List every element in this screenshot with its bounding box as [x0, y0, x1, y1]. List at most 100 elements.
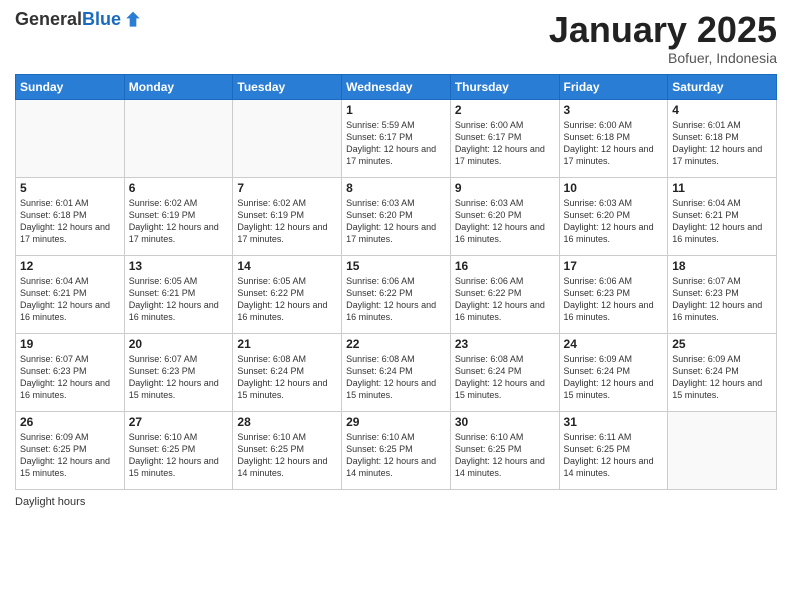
- calendar-header-row: Sunday Monday Tuesday Wednesday Thursday…: [16, 74, 777, 99]
- table-row: 21 Sunrise: 6:08 AM Sunset: 6:24 PM Dayli…: [233, 333, 342, 411]
- day-info: Sunrise: 6:10 AM Sunset: 6:25 PM Dayligh…: [129, 431, 229, 480]
- day-info: Sunrise: 6:09 AM Sunset: 6:25 PM Dayligh…: [20, 431, 120, 480]
- day-number: 12: [20, 259, 120, 273]
- calendar-week-row: 5Sunrise: 6:01 AM Sunset: 6:18 PM Daylig…: [16, 177, 777, 255]
- table-row: 2 Sunrise: 6:00 AM Sunset: 6:17 PM Daylig…: [450, 99, 559, 177]
- day-info: Sunrise: 6:11 AM Sunset: 6:25 PM Dayligh…: [564, 431, 664, 480]
- table-row: 12Sunrise: 6:04 AM Sunset: 6:21 PM Dayli…: [16, 255, 125, 333]
- col-monday: Monday: [124, 74, 233, 99]
- table-row: [124, 99, 233, 177]
- table-row: 7 Sunrise: 6:02 AM Sunset: 6:19 PM Daylig…: [233, 177, 342, 255]
- day-number: 30: [455, 415, 555, 429]
- calendar-week-row: 19Sunrise: 6:07 AM Sunset: 6:23 PM Dayli…: [16, 333, 777, 411]
- table-row: 6 Sunrise: 6:02 AM Sunset: 6:19 PM Daylig…: [124, 177, 233, 255]
- day-info: Sunrise: 6:00 AM Sunset: 6:17 PM Dayligh…: [455, 119, 555, 168]
- table-row: 31 Sunrise: 6:11 AM Sunset: 6:25 PM Dayli…: [559, 411, 668, 489]
- table-row: 5Sunrise: 6:01 AM Sunset: 6:18 PM Daylig…: [16, 177, 125, 255]
- header: GeneralBlue January 2025 Bofuer, Indones…: [15, 10, 777, 66]
- day-info: Sunrise: 6:03 AM Sunset: 6:20 PM Dayligh…: [346, 197, 446, 246]
- day-number: 14: [237, 259, 337, 273]
- day-info: Sunrise: 6:02 AM Sunset: 6:19 PM Dayligh…: [237, 197, 337, 246]
- day-number: 6: [129, 181, 229, 195]
- calendar-week-row: 1 Sunrise: 5:59 AM Sunset: 6:17 PM Daylig…: [16, 99, 777, 177]
- day-number: 20: [129, 337, 229, 351]
- table-row: 29 Sunrise: 6:10 AM Sunset: 6:25 PM Dayli…: [342, 411, 451, 489]
- day-number: 26: [20, 415, 120, 429]
- col-thursday: Thursday: [450, 74, 559, 99]
- logo-general: GeneralBlue: [15, 10, 121, 30]
- day-number: 27: [129, 415, 229, 429]
- col-friday: Friday: [559, 74, 668, 99]
- table-row: [233, 99, 342, 177]
- day-info: Sunrise: 6:07 AM Sunset: 6:23 PM Dayligh…: [672, 275, 772, 324]
- day-info: Sunrise: 6:02 AM Sunset: 6:19 PM Dayligh…: [129, 197, 229, 246]
- footer: Daylight hours: [15, 496, 777, 508]
- table-row: 30Sunrise: 6:10 AM Sunset: 6:25 PM Dayli…: [450, 411, 559, 489]
- table-row: 18 Sunrise: 6:07 AM Sunset: 6:23 PM Dayli…: [668, 255, 777, 333]
- day-info: Sunrise: 6:03 AM Sunset: 6:20 PM Dayligh…: [564, 197, 664, 246]
- day-number: 18: [672, 259, 772, 273]
- title-block: January 2025 Bofuer, Indonesia: [549, 10, 777, 66]
- day-number: 13: [129, 259, 229, 273]
- table-row: 22Sunrise: 6:08 AM Sunset: 6:24 PM Dayli…: [342, 333, 451, 411]
- day-number: 2: [455, 103, 555, 117]
- day-info: Sunrise: 6:05 AM Sunset: 6:22 PM Dayligh…: [237, 275, 337, 324]
- day-info: Sunrise: 6:07 AM Sunset: 6:23 PM Dayligh…: [129, 353, 229, 402]
- day-number: 25: [672, 337, 772, 351]
- day-info: Sunrise: 6:06 AM Sunset: 6:23 PM Dayligh…: [564, 275, 664, 324]
- table-row: 24Sunrise: 6:09 AM Sunset: 6:24 PM Dayli…: [559, 333, 668, 411]
- day-number: 31: [564, 415, 664, 429]
- day-number: 29: [346, 415, 446, 429]
- day-number: 9: [455, 181, 555, 195]
- day-info: Sunrise: 6:10 AM Sunset: 6:25 PM Dayligh…: [346, 431, 446, 480]
- page: GeneralBlue January 2025 Bofuer, Indones…: [0, 0, 792, 612]
- table-row: 20 Sunrise: 6:07 AM Sunset: 6:23 PM Dayli…: [124, 333, 233, 411]
- day-number: 8: [346, 181, 446, 195]
- table-row: 11Sunrise: 6:04 AM Sunset: 6:21 PM Dayli…: [668, 177, 777, 255]
- table-row: 10Sunrise: 6:03 AM Sunset: 6:20 PM Dayli…: [559, 177, 668, 255]
- calendar-table: Sunday Monday Tuesday Wednesday Thursday…: [15, 74, 777, 490]
- table-row: 15Sunrise: 6:06 AM Sunset: 6:22 PM Dayli…: [342, 255, 451, 333]
- day-number: 1: [346, 103, 446, 117]
- day-info: Sunrise: 6:01 AM Sunset: 6:18 PM Dayligh…: [20, 197, 120, 246]
- day-number: 3: [564, 103, 664, 117]
- table-row: 16 Sunrise: 6:06 AM Sunset: 6:22 PM Dayli…: [450, 255, 559, 333]
- day-info: Sunrise: 6:00 AM Sunset: 6:18 PM Dayligh…: [564, 119, 664, 168]
- table-row: [16, 99, 125, 177]
- table-row: 9 Sunrise: 6:03 AM Sunset: 6:20 PM Daylig…: [450, 177, 559, 255]
- day-number: 21: [237, 337, 337, 351]
- table-row: 23 Sunrise: 6:08 AM Sunset: 6:24 PM Dayli…: [450, 333, 559, 411]
- table-row: 13 Sunrise: 6:05 AM Sunset: 6:21 PM Dayli…: [124, 255, 233, 333]
- col-sunday: Sunday: [16, 74, 125, 99]
- day-info: Sunrise: 6:06 AM Sunset: 6:22 PM Dayligh…: [346, 275, 446, 324]
- day-info: Sunrise: 5:59 AM Sunset: 6:17 PM Dayligh…: [346, 119, 446, 168]
- day-info: Sunrise: 6:08 AM Sunset: 6:24 PM Dayligh…: [455, 353, 555, 402]
- day-info: Sunrise: 6:10 AM Sunset: 6:25 PM Dayligh…: [237, 431, 337, 480]
- day-number: 23: [455, 337, 555, 351]
- col-wednesday: Wednesday: [342, 74, 451, 99]
- day-number: 16: [455, 259, 555, 273]
- day-info: Sunrise: 6:09 AM Sunset: 6:24 PM Dayligh…: [564, 353, 664, 402]
- day-number: 7: [237, 181, 337, 195]
- table-row: 26 Sunrise: 6:09 AM Sunset: 6:25 PM Dayli…: [16, 411, 125, 489]
- day-info: Sunrise: 6:01 AM Sunset: 6:18 PM Dayligh…: [672, 119, 772, 168]
- table-row: 25Sunrise: 6:09 AM Sunset: 6:24 PM Dayli…: [668, 333, 777, 411]
- logo: GeneralBlue: [15, 10, 143, 30]
- calendar-week-row: 12Sunrise: 6:04 AM Sunset: 6:21 PM Dayli…: [16, 255, 777, 333]
- day-number: 11: [672, 181, 772, 195]
- col-tuesday: Tuesday: [233, 74, 342, 99]
- day-info: Sunrise: 6:08 AM Sunset: 6:24 PM Dayligh…: [237, 353, 337, 402]
- day-number: 4: [672, 103, 772, 117]
- month-title: January 2025: [549, 10, 777, 50]
- location: Bofuer, Indonesia: [549, 50, 777, 66]
- day-info: Sunrise: 6:05 AM Sunset: 6:21 PM Dayligh…: [129, 275, 229, 324]
- table-row: 4 Sunrise: 6:01 AM Sunset: 6:18 PM Daylig…: [668, 99, 777, 177]
- table-row: [668, 411, 777, 489]
- table-row: 28Sunrise: 6:10 AM Sunset: 6:25 PM Dayli…: [233, 411, 342, 489]
- table-row: 17 Sunrise: 6:06 AM Sunset: 6:23 PM Dayli…: [559, 255, 668, 333]
- day-info: Sunrise: 6:03 AM Sunset: 6:20 PM Dayligh…: [455, 197, 555, 246]
- day-number: 17: [564, 259, 664, 273]
- table-row: 3 Sunrise: 6:00 AM Sunset: 6:18 PM Daylig…: [559, 99, 668, 177]
- day-info: Sunrise: 6:06 AM Sunset: 6:22 PM Dayligh…: [455, 275, 555, 324]
- day-info: Sunrise: 6:07 AM Sunset: 6:23 PM Dayligh…: [20, 353, 120, 402]
